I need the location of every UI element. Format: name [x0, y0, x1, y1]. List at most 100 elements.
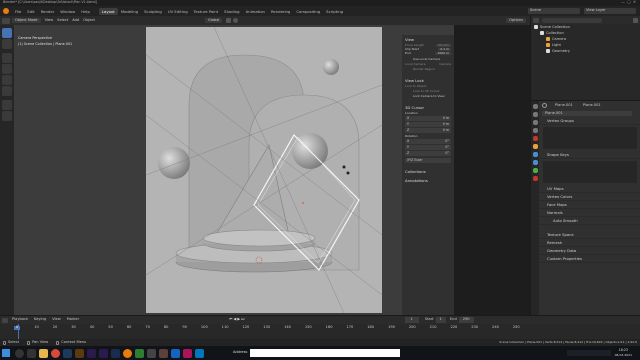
scene-selector[interactable]: Scene	[528, 8, 580, 14]
illustrator-icon[interactable]	[74, 348, 84, 358]
premiere-icon[interactable]	[86, 348, 96, 358]
current-frame-field[interactable]: 1	[404, 317, 419, 323]
app-icon[interactable]	[182, 348, 192, 358]
app-icon[interactable]	[194, 348, 204, 358]
select-tool-icon[interactable]	[2, 28, 12, 38]
timeline-ruler[interactable]: 0 10 20 30 40 50 60 70 80 90 100 110 120…	[0, 324, 640, 332]
mesh-datablock-field[interactable]: Plane.001	[542, 110, 632, 117]
search-icon[interactable]	[542, 103, 547, 108]
menu-window[interactable]: Window	[57, 8, 78, 15]
geometry-data-section[interactable]: Geometry Data	[539, 247, 640, 255]
world-props-tab-icon[interactable]	[532, 136, 538, 141]
output-props-tab-icon[interactable]	[532, 120, 538, 125]
tab-sculpting[interactable]: Sculpting	[141, 8, 165, 15]
menu-file[interactable]: File	[12, 8, 24, 15]
cursor-y-field[interactable]: Y0 m	[405, 122, 451, 127]
auto-smooth-checkbox[interactable]: Auto Smooth	[539, 217, 640, 225]
outliner-editor-icon[interactable]	[533, 17, 539, 23]
menu-render[interactable]: Render	[38, 8, 58, 15]
uv-maps-section[interactable]: UV Maps	[539, 185, 640, 193]
3d-viewport[interactable]: Camera Perspective (1) Scene Collection …	[14, 25, 454, 315]
cursor-rz-field[interactable]: Z 0°	[405, 151, 451, 156]
menu-help[interactable]: Help	[78, 8, 93, 15]
search-icon[interactable]	[14, 348, 24, 358]
timeline-editor-icon[interactable]	[2, 317, 8, 323]
texture-space-section[interactable]: Texture Space	[539, 231, 640, 239]
options-dropdown[interactable]: Options	[506, 17, 526, 24]
object-props-tab-icon[interactable]	[532, 144, 538, 149]
render-region-checkbox[interactable]: Render Region	[405, 68, 451, 71]
cursor-ry-field[interactable]: Y 0°	[405, 145, 451, 150]
menu-object[interactable]: Object	[83, 18, 95, 23]
system-tray-icons[interactable]	[566, 350, 611, 356]
tab-texture-paint[interactable]: Texture Paint	[191, 8, 222, 15]
app-icon[interactable]	[170, 348, 180, 358]
playback-controls[interactable]: ⏮ ◀ ▶ ⏭	[229, 318, 244, 322]
scene-props-tab-icon[interactable]	[532, 128, 538, 133]
tab-modeling[interactable]: Modeling	[118, 8, 141, 15]
blender-logo-icon[interactable]	[3, 8, 9, 14]
physics-props-tab-icon[interactable]	[532, 160, 538, 165]
vertex-groups-list[interactable]	[543, 127, 637, 149]
outliner-search-field[interactable]	[542, 17, 602, 23]
photoshop-icon[interactable]	[62, 348, 72, 358]
menu-playback[interactable]: Playback	[12, 318, 28, 322]
tab-uv-editing[interactable]: UV Editing	[165, 8, 191, 15]
vertex-groups-section[interactable]: Vertex Groups	[539, 117, 640, 125]
menu-marker[interactable]: Marker	[67, 318, 79, 322]
menu-select[interactable]: Select	[57, 18, 68, 23]
clock[interactable]: 18:23 08-03-2021	[615, 349, 632, 356]
tool-props-tab-icon[interactable]	[532, 104, 538, 109]
local-camera-field[interactable]: Camera	[439, 63, 451, 66]
tab-shading[interactable]: Shading	[221, 8, 242, 15]
task-view-icon[interactable]	[26, 348, 36, 358]
proportional-icon[interactable]	[233, 18, 239, 23]
material-props-tab-icon[interactable]	[532, 176, 538, 181]
menu-keying[interactable]: Keying	[34, 318, 46, 322]
after-effects-icon[interactable]	[98, 348, 108, 358]
move-tool-icon[interactable]	[2, 53, 12, 63]
remesh-section[interactable]: Remesh	[539, 239, 640, 247]
filter-icon[interactable]	[633, 17, 638, 23]
normals-section[interactable]: Normals	[539, 209, 640, 217]
tab-layout[interactable]: Layout	[98, 7, 118, 15]
face-maps-section[interactable]: Face Maps	[539, 201, 640, 209]
start-frame-field[interactable]: 1	[435, 317, 446, 323]
app-icon[interactable]	[146, 348, 156, 358]
lock-camera-checkbox[interactable]: Lock Camera to View	[405, 95, 451, 98]
use-local-camera-checkbox[interactable]: Use Local Camera	[405, 58, 451, 61]
menu-view[interactable]: View	[45, 18, 54, 23]
timeline-playhead[interactable]	[18, 324, 19, 340]
app-icon[interactable]	[158, 348, 168, 358]
menu-timeline-view[interactable]: View	[52, 318, 61, 322]
modifier-props-tab-icon[interactable]	[532, 152, 538, 157]
collections-section-header[interactable]: Collections	[402, 167, 454, 176]
measure-tool-icon[interactable]	[2, 111, 12, 121]
window-controls[interactable]: — ▢ ✕	[621, 1, 640, 5]
render-props-tab-icon[interactable]	[532, 112, 538, 117]
cursor-z-field[interactable]: Z0 m	[405, 128, 451, 133]
end-frame-field[interactable]: 250	[458, 317, 474, 323]
address-input[interactable]	[250, 349, 401, 357]
windows-start-icon[interactable]	[2, 349, 10, 357]
annotate-tool-icon[interactable]	[2, 100, 12, 110]
app-icon[interactable]	[134, 348, 144, 358]
vertex-colors-section[interactable]: Vertex Colors	[539, 193, 640, 201]
outliner-item-geometry[interactable]: Geometry	[531, 48, 640, 54]
tab-scripting[interactable]: Scripting	[323, 8, 346, 15]
transform-tool-icon[interactable]	[2, 86, 12, 96]
tab-rendering[interactable]: Rendering	[268, 8, 293, 15]
chrome-icon[interactable]	[50, 348, 60, 358]
shape-keys-section[interactable]: Shape Keys	[539, 151, 640, 159]
mode-dropdown[interactable]: Object Mode	[12, 17, 41, 24]
shape-keys-list[interactable]	[543, 161, 637, 183]
orientation-dropdown[interactable]: Global	[204, 17, 223, 24]
data-props-tab-icon[interactable]	[532, 168, 538, 173]
lock-3d-cursor-checkbox[interactable]: Lock to 3D Cursor	[405, 90, 451, 93]
editor-type-icon[interactable]	[2, 17, 10, 24]
snap-icon[interactable]	[226, 18, 232, 23]
rotate-tool-icon[interactable]	[2, 64, 12, 74]
rotation-mode-dropdown[interactable]: XYZ Euler	[405, 158, 451, 163]
cursor-rx-field[interactable]: X 0°	[405, 139, 451, 144]
scale-tool-icon[interactable]	[2, 75, 12, 85]
